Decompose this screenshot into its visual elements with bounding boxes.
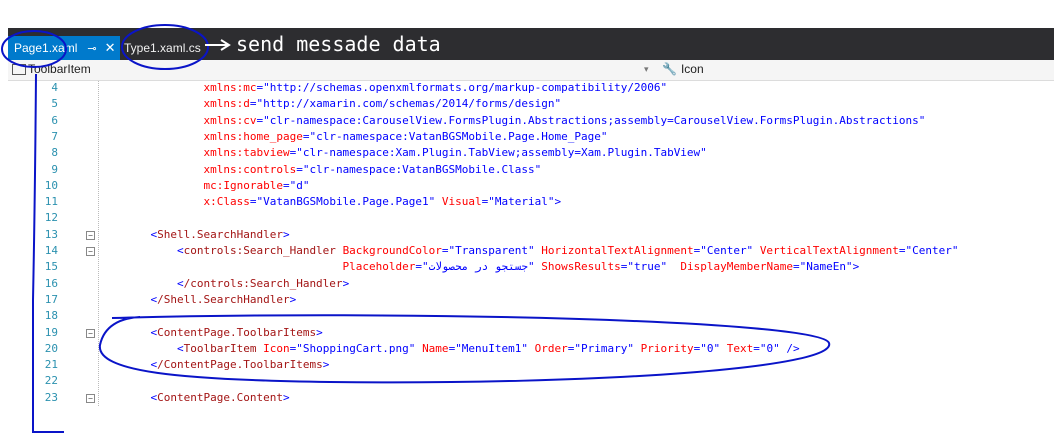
ink-bracket-line (32, 73, 64, 433)
ink-annotations (1, 24, 831, 433)
ink-circle-code (98, 314, 831, 384)
ink-circle-tab2 (121, 24, 209, 70)
ink-circle-tab1 (1, 30, 67, 68)
